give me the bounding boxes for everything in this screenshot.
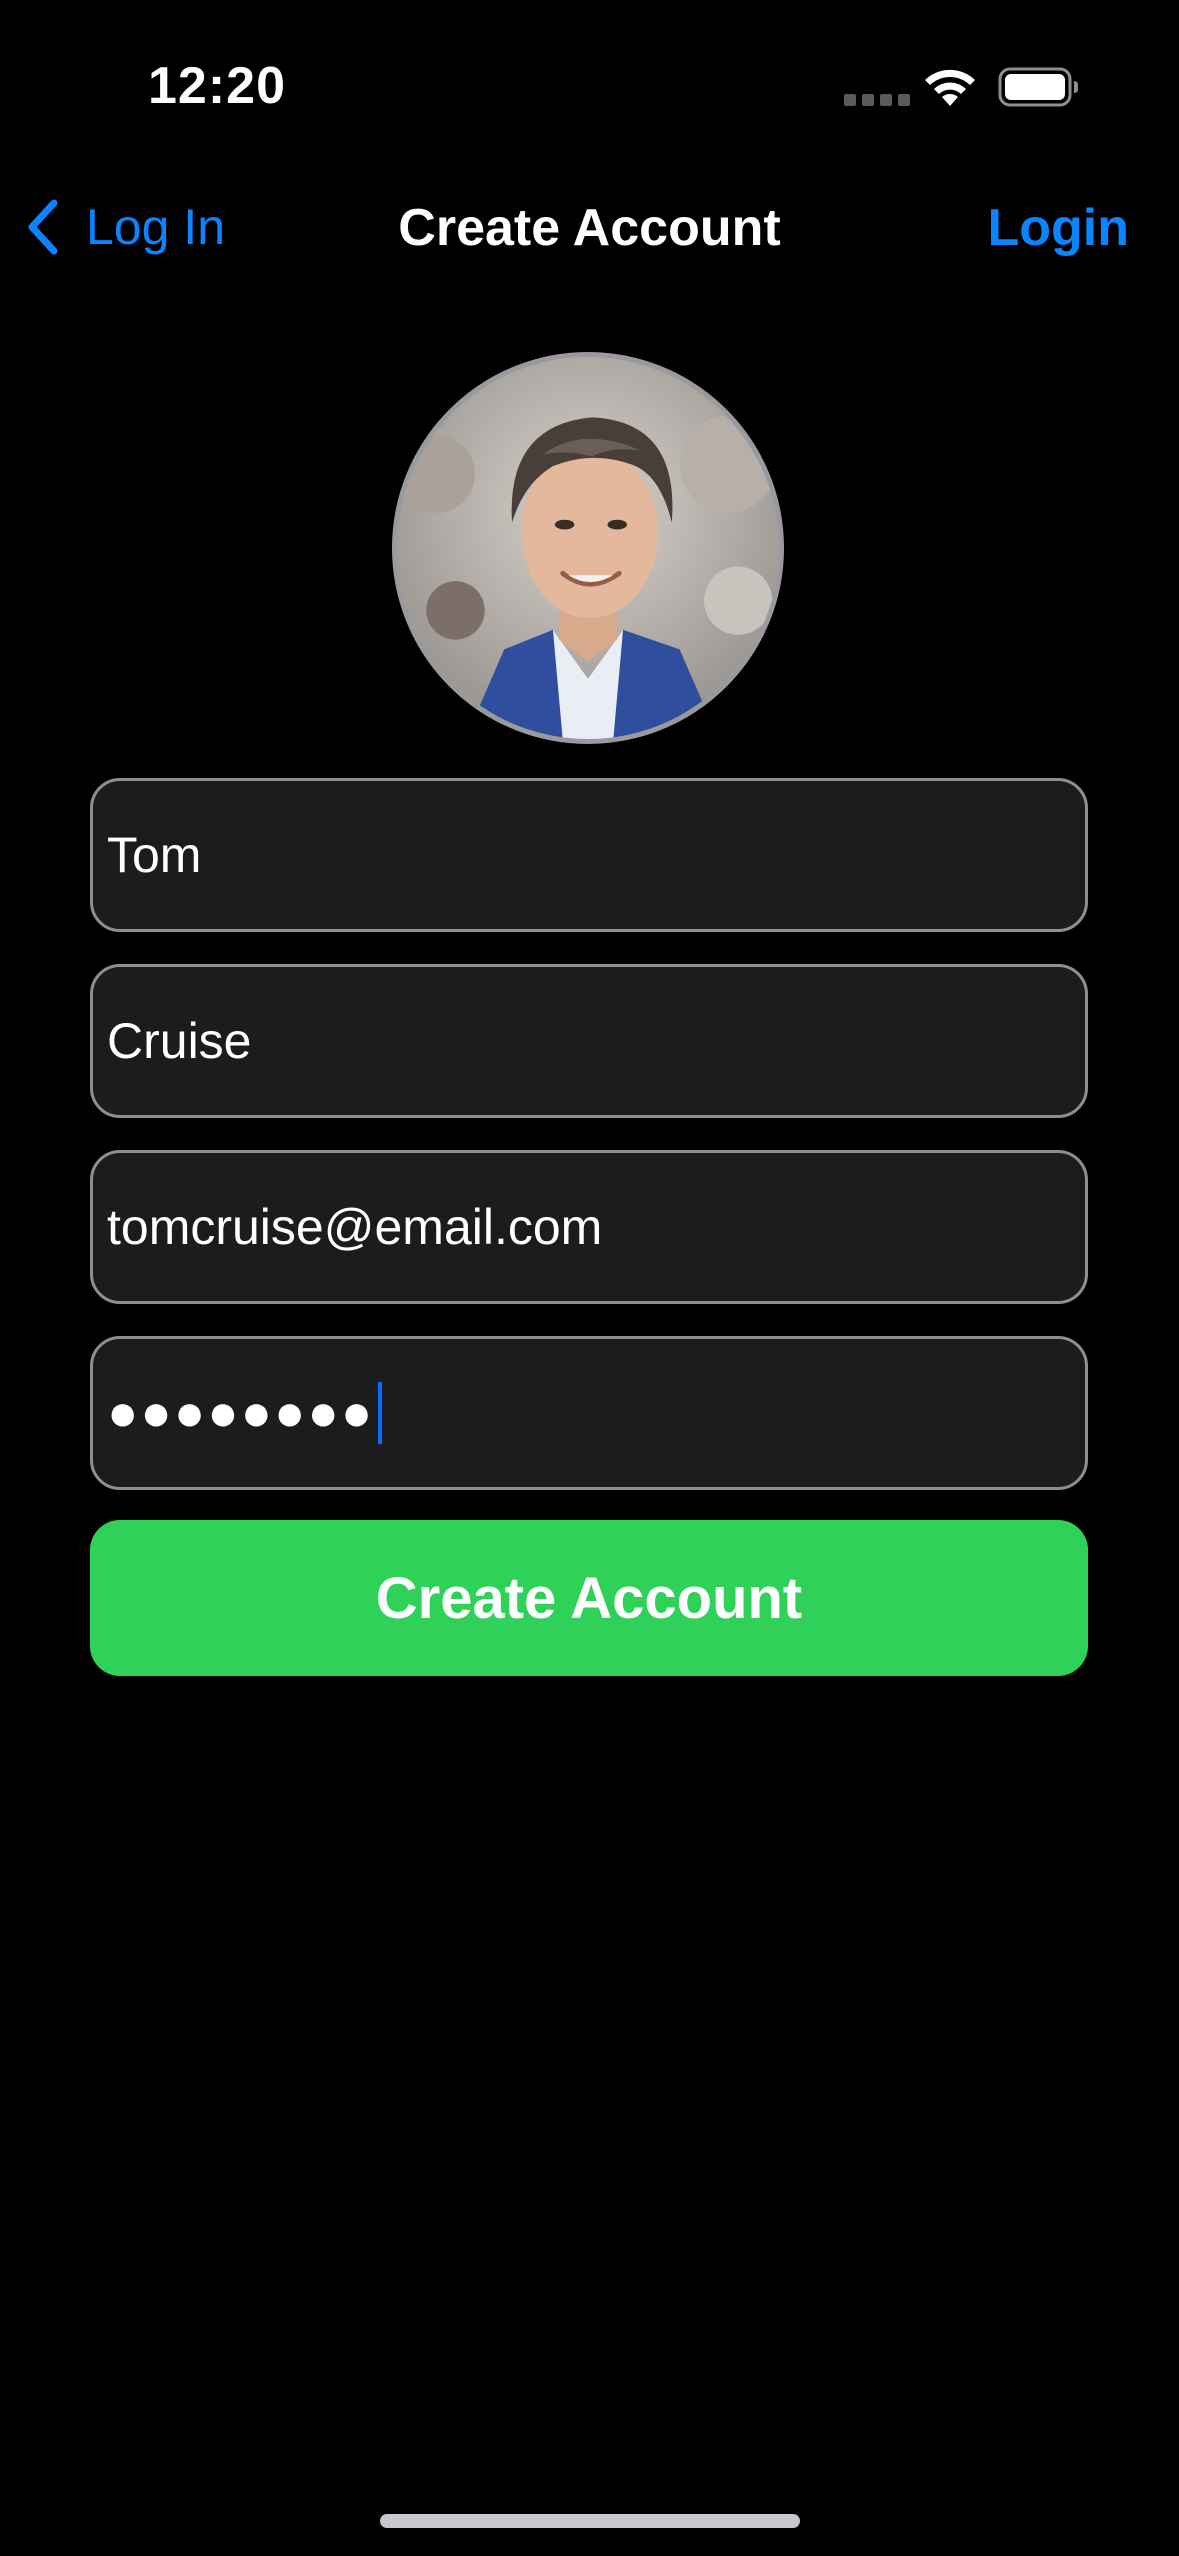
home-indicator[interactable]	[380, 2514, 800, 2528]
login-button[interactable]: Login	[987, 198, 1129, 258]
navigation-bar: Log In Create Account Login	[0, 180, 1179, 272]
wifi-icon	[925, 69, 975, 106]
status-bar: 12:20	[0, 0, 1179, 170]
password-value: ●●●●●●●●	[107, 1384, 375, 1442]
first-name-field[interactable]: Tom	[90, 778, 1088, 932]
profile-avatar[interactable]	[392, 352, 784, 744]
profile-photo	[397, 357, 779, 739]
last-name-field[interactable]: Cruise	[90, 964, 1088, 1118]
create-account-button[interactable]: Create Account	[90, 1520, 1088, 1676]
first-name-value: Tom	[107, 827, 202, 883]
battery-icon	[998, 67, 1078, 107]
email-value: tomcruise@email.com	[107, 1199, 603, 1255]
status-time: 12:20	[148, 57, 286, 115]
email-field[interactable]: tomcruise@email.com	[90, 1150, 1088, 1304]
password-field[interactable]: ●●●●●●●●	[90, 1336, 1088, 1490]
text-caret	[378, 1382, 383, 1444]
cellular-signal-icon	[844, 94, 910, 106]
last-name-value: Cruise	[107, 1013, 252, 1069]
